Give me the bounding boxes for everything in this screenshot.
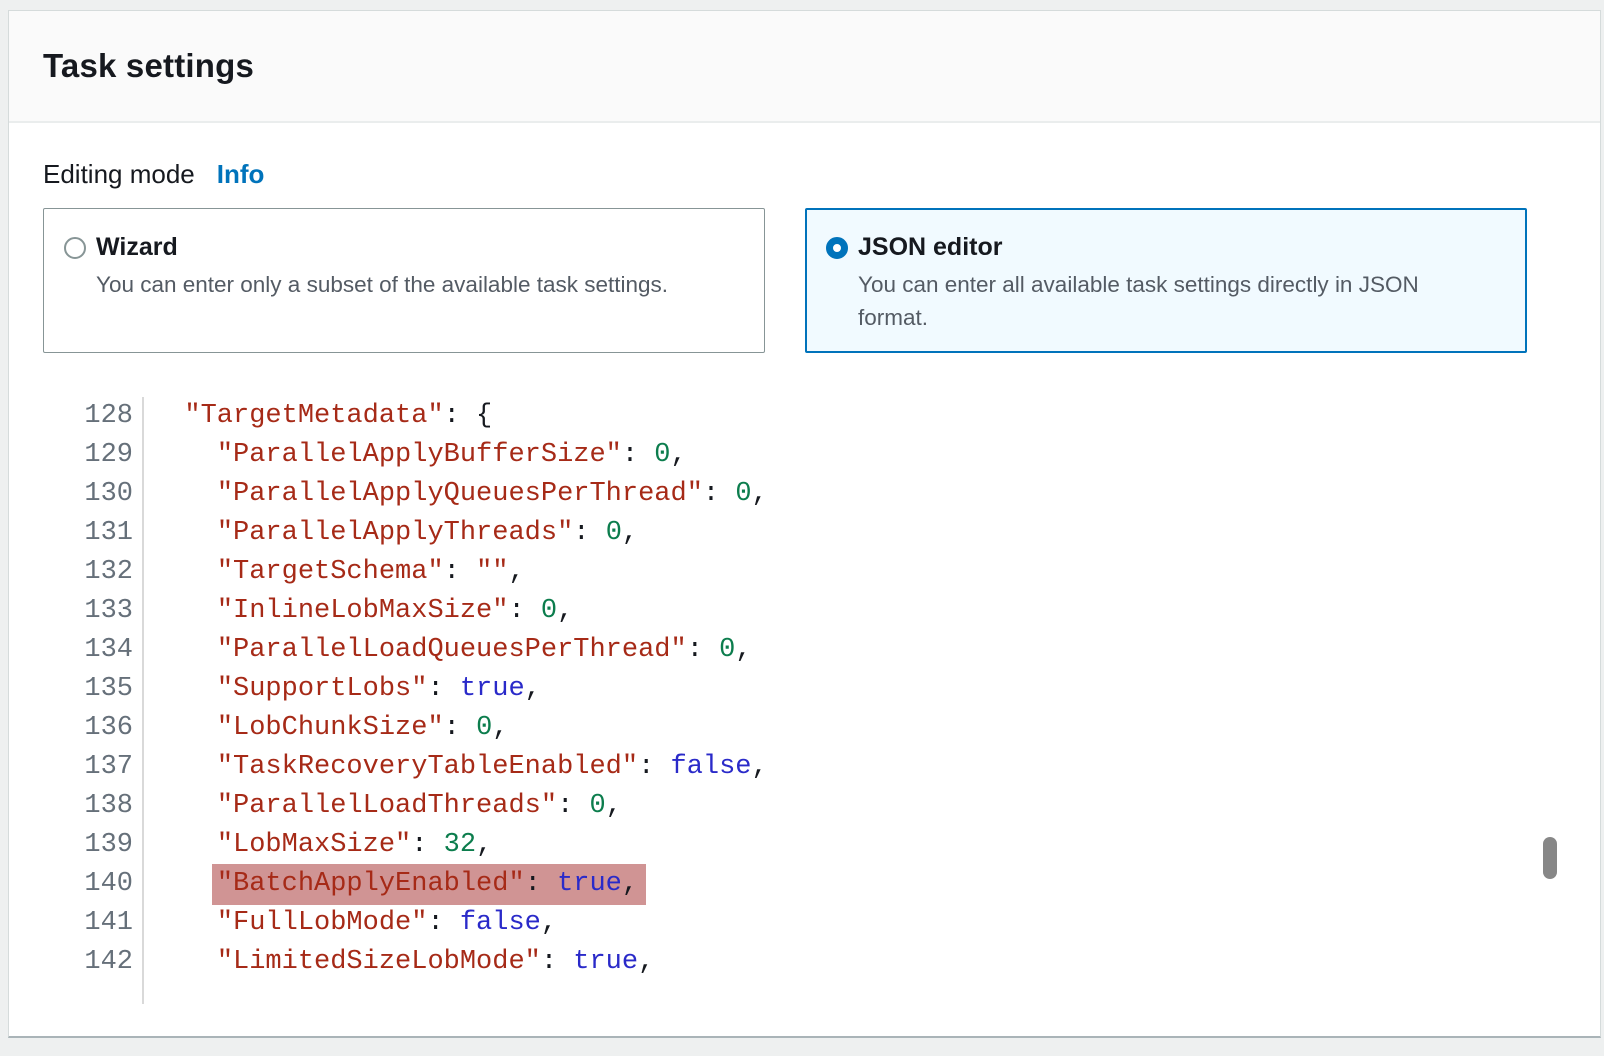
code-line[interactable]: 139 "LobMaxSize": 32, — [43, 826, 1566, 865]
code-line[interactable]: 130 "ParallelApplyQueuesPerThread": 0, — [43, 475, 1566, 514]
scrollbar-thumb[interactable] — [1543, 837, 1557, 879]
line-number: 131 — [43, 514, 144, 553]
code-line[interactable]: 129 "ParallelApplyBufferSize": 0, — [43, 436, 1566, 475]
editing-mode-option-wizard[interactable]: Wizard You can enter only a subset of th… — [43, 208, 765, 353]
line-number: 136 — [43, 709, 144, 748]
code-line[interactable]: 135 "SupportLobs": true, — [43, 670, 1566, 709]
editing-mode-label: Editing mode — [43, 159, 195, 190]
code-line[interactable]: 142 "LimitedSizeLobMode": true, — [43, 943, 1566, 982]
line-number: 142 — [43, 943, 144, 982]
code-text[interactable]: "LimitedSizeLobMode": true, — [144, 943, 654, 982]
code-text[interactable]: "ParallelApplyBufferSize": 0, — [144, 436, 687, 475]
radio-selected-icon[interactable] — [826, 237, 848, 259]
code-text[interactable]: "LobChunkSize": 0, — [144, 709, 508, 748]
code-text[interactable]: "ParallelApplyQueuesPerThread": 0, — [144, 475, 768, 514]
code-text[interactable]: "TaskRecoveryTableEnabled": false, — [144, 748, 768, 787]
code-text[interactable]: "ParallelLoadThreads": 0, — [144, 787, 622, 826]
code-text[interactable]: "FullLobMode": false, — [144, 904, 557, 943]
code-text[interactable]: "TargetSchema": "", — [144, 553, 525, 592]
highlighted-code: "BatchApplyEnabled": true, — [212, 864, 646, 905]
tile-top: Wizard — [64, 233, 750, 262]
code-text[interactable]: "ParallelLoadQueuesPerThread": 0, — [144, 631, 752, 670]
line-number: 128 — [43, 397, 144, 436]
editing-mode-row: Editing mode Info — [43, 159, 1566, 190]
code-line[interactable]: 128 "TargetMetadata": { — [43, 397, 1566, 436]
task-settings-panel: Task settings Editing mode Info Wizard Y… — [8, 10, 1601, 1038]
line-number: 134 — [43, 631, 144, 670]
gutter-tail — [43, 982, 144, 1004]
tile-description: You can enter only a subset of the avail… — [96, 269, 750, 302]
line-number: 139 — [43, 826, 144, 865]
code-line[interactable]: 131 "ParallelApplyThreads": 0, — [43, 514, 1566, 553]
code-line[interactable]: 141 "FullLobMode": false, — [43, 904, 1566, 943]
panel-body: Editing mode Info Wizard You can enter o… — [9, 159, 1600, 1004]
line-number: 140 — [43, 865, 144, 904]
code-text[interactable]: "InlineLobMaxSize": 0, — [144, 592, 573, 631]
code-line[interactable]: 138 "ParallelLoadThreads": 0, — [43, 787, 1566, 826]
code-line[interactable]: 140 "BatchApplyEnabled": true, — [43, 865, 1566, 904]
radio-unselected-icon[interactable] — [64, 237, 86, 259]
code-line[interactable]: 137 "TaskRecoveryTableEnabled": false, — [43, 748, 1566, 787]
tile-description: You can enter all available task setting… — [858, 269, 1512, 334]
code-text[interactable]: "LobMaxSize": 32, — [144, 826, 492, 865]
code-line[interactable]: 136 "LobChunkSize": 0, — [43, 709, 1566, 748]
line-number: 137 — [43, 748, 144, 787]
line-number: 138 — [43, 787, 144, 826]
line-number: 132 — [43, 553, 144, 592]
tile-title: Wizard — [96, 233, 178, 262]
code-line[interactable]: 133 "InlineLobMaxSize": 0, — [43, 592, 1566, 631]
code-tail — [43, 982, 1566, 1004]
line-number: 141 — [43, 904, 144, 943]
code-line[interactable]: 134 "ParallelLoadQueuesPerThread": 0, — [43, 631, 1566, 670]
line-number: 135 — [43, 670, 144, 709]
json-editor[interactable]: 128 "TargetMetadata": {129 "ParallelAppl… — [43, 397, 1566, 1004]
code-text[interactable]: "BatchApplyEnabled": true, — [144, 865, 646, 904]
code-line[interactable]: 132 "TargetSchema": "", — [43, 553, 1566, 592]
code-text[interactable]: "SupportLobs": true, — [144, 670, 541, 709]
editing-mode-option-json-editor[interactable]: JSON editor You can enter all available … — [805, 208, 1527, 353]
line-number: 133 — [43, 592, 144, 631]
line-number: 129 — [43, 436, 144, 475]
editing-mode-tiles: Wizard You can enter only a subset of th… — [43, 208, 1566, 353]
info-link[interactable]: Info — [217, 159, 265, 190]
code-text[interactable]: "ParallelApplyThreads": 0, — [144, 514, 638, 553]
tile-title: JSON editor — [858, 233, 1002, 262]
line-number: 130 — [43, 475, 144, 514]
code-text[interactable]: "TargetMetadata": { — [144, 397, 492, 436]
page-title: Task settings — [43, 47, 254, 85]
panel-header: Task settings — [9, 11, 1600, 123]
tile-top: JSON editor — [826, 233, 1512, 262]
